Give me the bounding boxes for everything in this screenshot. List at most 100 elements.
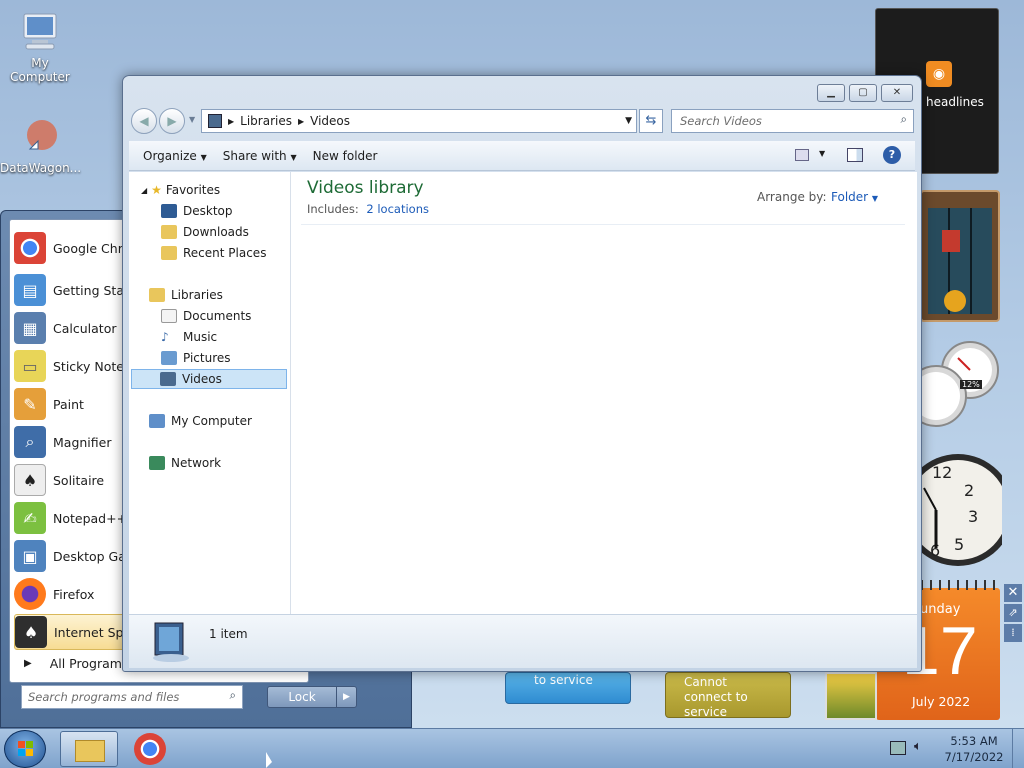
address-dropdown-icon[interactable]: ▼ [625,116,632,126]
nav-favorites[interactable]: ◢ ★ Favorites [141,180,220,200]
gadget-close-icon[interactable]: ✕ [1004,584,1022,602]
feed-label: headlines [926,95,984,109]
videos-library-icon [208,114,222,128]
taskbar-explorer-button[interactable] [60,731,118,767]
desktop-icon [161,204,177,218]
navigation-bar: ◀ ▶ ▼ ▶ Libraries ▶ Videos ▼ ⇆ Search Vi… [131,107,915,135]
search-input[interactable]: Search Videos ⌕ [671,109,914,133]
nav-music[interactable]: ♪ Music [161,327,217,347]
network-tray-icon[interactable] [890,741,906,755]
mouse-cursor [266,752,272,768]
calendar-month-year: July 2022 [912,694,971,709]
back-button[interactable]: ◀ [131,108,157,134]
libraries-icon [149,288,165,302]
explorer-window: ▁ ▢ ✕ ◀ ▶ ▼ ▶ Libraries ▶ Videos ▼ ⇆ Sea… [122,75,922,672]
downloads-folder-icon [161,225,177,239]
breadcrumb-videos[interactable]: Videos [310,114,350,128]
nav-videos[interactable]: Videos [131,369,287,389]
help-icon[interactable]: ? [883,146,901,164]
chevron-right-icon[interactable]: ▶ [336,687,356,707]
tray-clock[interactable]: 5:53 AM 7/17/2022 [944,733,1004,765]
weather-gadget-2[interactable]: Cannot connect to service [665,672,791,719]
chrome-icon [14,232,46,264]
close-button[interactable]: ✕ [881,84,913,102]
breadcrumb-separator-icon: ▶ [228,116,235,126]
magnifier-icon: ⌕ [14,426,46,458]
getting-started-icon: ▤ [14,274,46,306]
paint-icon: ✎ [14,388,46,420]
calculator-icon: ▦ [14,312,46,344]
search-icon: ⌕ [900,112,907,126]
forward-button[interactable]: ▶ [159,108,185,134]
start-search-input[interactable]: Search programs and files ⌕ [21,685,243,709]
solitaire-icon: ♠ [14,464,46,496]
new-folder-button[interactable]: New folder [313,149,378,163]
volume-icon[interactable]: 🔈︎ [914,739,922,754]
close-icon: ✕ [892,87,902,98]
maximize-button[interactable]: ▢ [849,84,877,102]
refresh-button[interactable]: ⇆ [639,109,663,133]
picture-puzzle-gadget[interactable] [920,190,1000,322]
computer-icon [149,414,165,428]
locations-link[interactable]: 2 locations [366,202,429,216]
pictures-icon [161,351,177,365]
gadget-drag-icon[interactable]: ⁞ [1004,624,1022,642]
recent-pages-chevron-icon[interactable]: ▼ [189,115,195,124]
breadcrumb-libraries[interactable]: Libraries [240,114,292,128]
gadget-resize-icon[interactable]: ⇗ [1004,604,1022,622]
slideshow-gadget[interactable] [825,672,877,720]
nav-my-computer[interactable]: My Computer [149,411,252,431]
windows-logo-icon [18,741,33,756]
search-icon: ⌕ [229,688,236,702]
forward-arrow-icon: ▶ [167,114,177,128]
desktop-gadgets-icon: ▣ [14,540,46,572]
maximize-icon: ▢ [858,87,868,98]
clock-time: 5:53 AM [950,734,998,748]
refresh-icon: ⇆ [645,113,657,128]
divider [301,224,905,225]
weather-gadget-1[interactable]: to service [505,672,631,704]
nav-recent-places[interactable]: Recent Places [161,243,266,263]
nav-desktop[interactable]: Desktop [161,201,233,221]
desktop-icon-datawagon[interactable]: DataWagon... [0,115,82,175]
desktop-icon-label: My Computer [10,56,70,84]
desktop-icon-label: DataWagon... [0,161,82,175]
minimize-button[interactable]: ▁ [817,84,845,102]
organize-button[interactable]: Organize ▼ [143,149,207,163]
expand-icon: ◢ [141,185,148,195]
desktop-icon-my-computer[interactable]: My Computer [0,10,80,84]
preview-pane-icon[interactable] [847,148,863,162]
address-bar[interactable]: ▶ Libraries ▶ Videos ▼ [201,109,637,133]
command-bar: Organize ▼ Share with ▼ New folder ▼ ? [129,141,915,171]
cpu-meter-gadget[interactable]: 12% [905,340,1000,430]
recent-places-icon [161,246,177,260]
svg-text:2: 2 [964,481,974,500]
library-includes: Includes: 2 locations [307,202,429,216]
show-desktop-button[interactable] [1012,729,1024,768]
arrange-by-dropdown[interactable]: Folder ▼ [831,190,878,204]
nav-pictures[interactable]: Pictures [161,348,231,368]
folder-icon [75,740,105,762]
nav-libraries[interactable]: Libraries [149,285,223,305]
view-options-chevron-icon[interactable]: ▼ [819,149,825,158]
nav-documents[interactable]: Documents [161,306,251,326]
lock-button[interactable]: Lock ▶ [267,686,357,708]
firefox-icon [14,578,46,610]
chevron-down-icon: ▼ [871,194,879,203]
clock-gadget[interactable]: 12 2 3 5 6 [902,448,1014,574]
start-button[interactable] [4,730,46,768]
change-view-icon[interactable] [795,149,809,161]
videos-icon [160,372,176,386]
video-library-icon [149,619,193,663]
arrange-by-label: Arrange by: [757,190,827,204]
minimize-icon: ▁ [827,87,835,98]
nav-network[interactable]: Network [149,453,221,473]
all-programs-button[interactable]: ▶ All Programs [24,656,128,671]
internet-spades-icon: ♠ [15,616,47,648]
nav-downloads[interactable]: Downloads [161,222,249,242]
weather-status: Cannot connect to service [684,675,748,719]
taskbar-chrome-button[interactable] [134,733,166,765]
share-with-button[interactable]: Share with ▼ [223,149,297,163]
datawagon-icon [18,115,62,159]
favorites-star-icon: ★ [151,183,162,197]
